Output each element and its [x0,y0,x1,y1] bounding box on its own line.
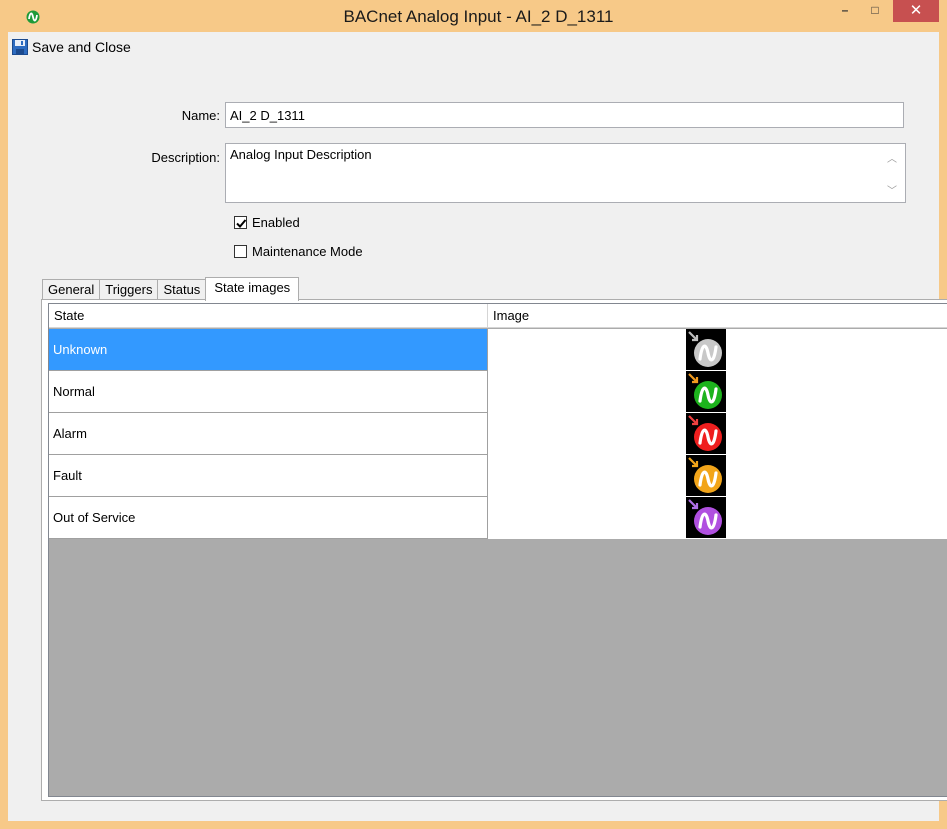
name-label: Name: [181,108,220,123]
description-textarea[interactable]: Analog Input Description ︿ ﹀ [225,143,906,203]
window-title: BACnet Analog Input - AI_2 D_1311 [343,7,614,26]
table-row[interactable]: Out of Service [49,497,947,539]
table-row[interactable]: Alarm [49,413,947,455]
tab-general[interactable]: General [42,279,101,300]
column-header-image[interactable]: Image [488,304,947,328]
image-cell[interactable] [488,371,947,413]
scroll-down-icon[interactable]: ﹀ [887,182,897,197]
state-cell[interactable]: Alarm [49,413,488,455]
state-images-grid[interactable]: State Image Unknown Normal Alarm Fault Out o… [48,303,947,797]
save-and-close-button[interactable]: Save and Close [12,37,131,57]
grid-header: State Image [49,304,947,328]
tab-status[interactable]: Status [157,279,207,300]
maintenance-mode-label: Maintenance Mode [252,244,363,259]
column-header-state[interactable]: State [49,304,488,328]
save-and-close-label: Save and Close [32,39,131,55]
state-images-panel: State Image Unknown Normal Alarm Fault Out o… [41,299,947,801]
enabled-checkbox-box[interactable] [234,216,247,229]
bacnet-analog-state-icon [686,371,726,412]
image-cell[interactable] [488,455,947,497]
minimize-button[interactable]: – [832,0,858,22]
close-button[interactable]: ✕ [893,0,939,22]
state-cell[interactable]: Fault [49,455,488,497]
floppy-disk-icon [12,39,28,55]
table-row[interactable]: Unknown [49,329,947,371]
app-window: BACnet Analog Input - AI_2 D_1311 – □ ✕ … [0,0,947,829]
table-row[interactable]: Normal [49,371,947,413]
maximize-button[interactable]: □ [862,0,888,22]
tab-triggers[interactable]: Triggers [99,279,159,300]
bacnet-analog-state-icon [686,455,726,496]
table-row[interactable]: Fault [49,455,947,497]
bacnet-analog-state-icon [686,497,726,538]
checkmark-icon [236,219,247,228]
tab-state-images[interactable]: State images [205,277,300,301]
scroll-up-icon[interactable]: ︿ [887,150,897,165]
title-bar[interactable]: BACnet Analog Input - AI_2 D_1311 – □ ✕ [0,0,947,32]
maintenance-mode-checkbox[interactable]: Maintenance Mode [234,244,363,259]
maintenance-mode-checkbox-box[interactable] [234,245,247,258]
state-cell[interactable]: Unknown [49,329,488,371]
state-cell[interactable]: Normal [49,371,488,413]
bacnet-analog-state-icon [686,413,726,454]
enabled-label: Enabled [252,215,300,230]
toolbar: Save and Close [8,32,939,60]
image-cell[interactable] [488,413,947,455]
description-text: Analog Input Description [230,147,372,162]
image-cell[interactable] [488,329,947,371]
description-label: Description: [151,150,220,165]
bacnet-analog-state-icon [686,329,726,370]
state-cell[interactable]: Out of Service [49,497,488,539]
name-input[interactable] [225,102,904,128]
enabled-checkbox[interactable]: Enabled [234,215,300,230]
image-cell[interactable] [488,497,947,539]
client-area: Save and Close Name: Description: Analog… [8,32,947,821]
tab-strip: General Triggers Status State images [42,277,300,301]
